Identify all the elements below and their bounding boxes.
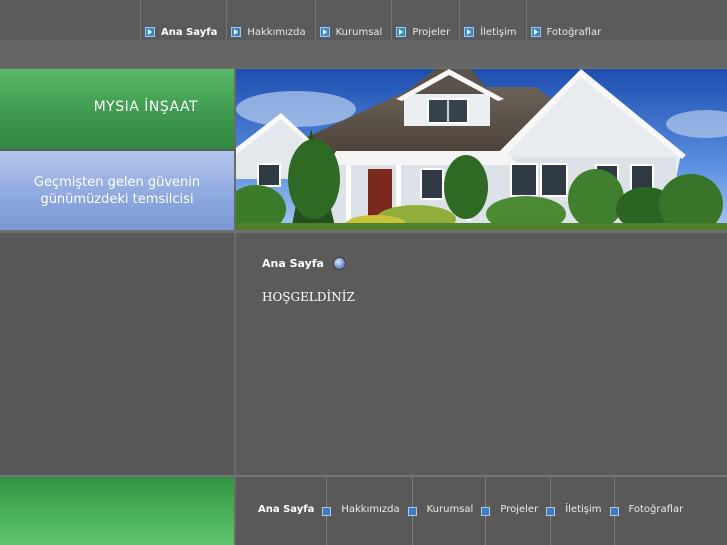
footer-nav-label: Ana Sayfa [258, 504, 315, 515]
nav-item-label: Projeler [412, 26, 451, 38]
footer-nav-label: Fotoğraflar [628, 504, 684, 515]
header-band [0, 40, 727, 69]
footer-nav-label: İletişim [565, 504, 602, 515]
arrow-bullet-icon [231, 27, 242, 37]
nav-item-label: Fotoğraflar [546, 26, 602, 38]
footer-nav-label: Kurumsal [426, 504, 474, 515]
footer-nav-projeler[interactable]: Projeler [500, 477, 538, 545]
breadcrumb: Ana Sayfa [262, 257, 346, 270]
footer-nav-hakkimizda[interactable]: Hakkımızda [341, 477, 399, 545]
nav-item-fotograflar[interactable]: Fotoğraflar [525, 0, 611, 40]
footer-separator [479, 477, 493, 545]
breadcrumb-label: Ana Sayfa [262, 257, 324, 270]
nav-item-kurumsal[interactable]: Kurumsal [314, 0, 392, 40]
house-illustration [236, 69, 727, 230]
square-bullet-icon [609, 507, 619, 516]
arrow-bullet-icon [530, 27, 541, 37]
footer-nav-ana-sayfa[interactable]: Ana Sayfa [258, 477, 314, 545]
slogan-text: Geçmişten gelen güvenin günümüzdeki tems… [34, 174, 200, 208]
square-bullet-icon [322, 507, 332, 516]
footer-nav-iletisim[interactable]: İletişim [565, 477, 601, 545]
top-nav-list: Ana Sayfa Hakkımızda Kurumsal Projeler İ… [140, 0, 610, 40]
top-navigation: Ana Sayfa Hakkımızda Kurumsal Projeler İ… [0, 0, 727, 40]
footer-separator [320, 477, 334, 545]
footer-nav-fotograflar[interactable]: Fotoğraflar [629, 477, 684, 545]
nav-item-label: İletişim [480, 26, 517, 38]
arrow-bullet-icon [319, 27, 330, 37]
slogan-line-2: günümüzdeki temsilcisi [40, 191, 194, 207]
arrow-bullet-icon [464, 27, 475, 37]
square-bullet-icon [546, 507, 556, 516]
nav-item-label: Ana Sayfa [161, 26, 218, 38]
square-bullet-icon [407, 507, 417, 516]
nav-item-projeler[interactable]: Projeler [391, 0, 459, 40]
main-content: Ana Sayfa HOŞGELDİNİZ [236, 233, 727, 475]
slogan-line-1: Geçmişten gelen güvenin [33, 174, 201, 190]
nav-item-label: Kurumsal [335, 26, 383, 38]
footer-separator [406, 477, 420, 545]
footer-nav-list: Ana Sayfa Hakkımızda Kurumsal Projeler İ… [258, 477, 683, 545]
arrow-bullet-icon [396, 27, 407, 37]
page-title: HOŞGELDİNİZ [262, 290, 355, 304]
arrow-bullet-icon [145, 27, 155, 37]
footer-separator [608, 477, 622, 545]
square-bullet-icon [481, 507, 491, 516]
brand-name: MYSIA İNŞAAT [93, 99, 198, 115]
footer-navigation: Ana Sayfa Hakkımızda Kurumsal Projeler İ… [236, 477, 727, 545]
slogan-block: Geçmişten gelen güvenin günümüzdeki tems… [0, 151, 236, 230]
footer-separator [544, 477, 558, 545]
nav-item-label: Hakkımızda [247, 26, 306, 38]
header-house-photo [236, 69, 727, 230]
footer-green-block [0, 477, 236, 545]
logo-block[interactable]: MYSIA İNŞAAT [0, 69, 236, 149]
footer-nav-label: Hakkımızda [341, 504, 400, 515]
bullet-dot-icon [332, 257, 346, 270]
nav-item-hakkimizda[interactable]: Hakkımızda [226, 0, 314, 40]
nav-item-iletisim[interactable]: İletişim [459, 0, 525, 40]
footer-nav-label: Projeler [500, 504, 539, 515]
footer-nav-kurumsal[interactable]: Kurumsal [427, 477, 474, 545]
left-sidebar [0, 233, 236, 475]
nav-item-ana-sayfa[interactable]: Ana Sayfa [140, 0, 226, 40]
